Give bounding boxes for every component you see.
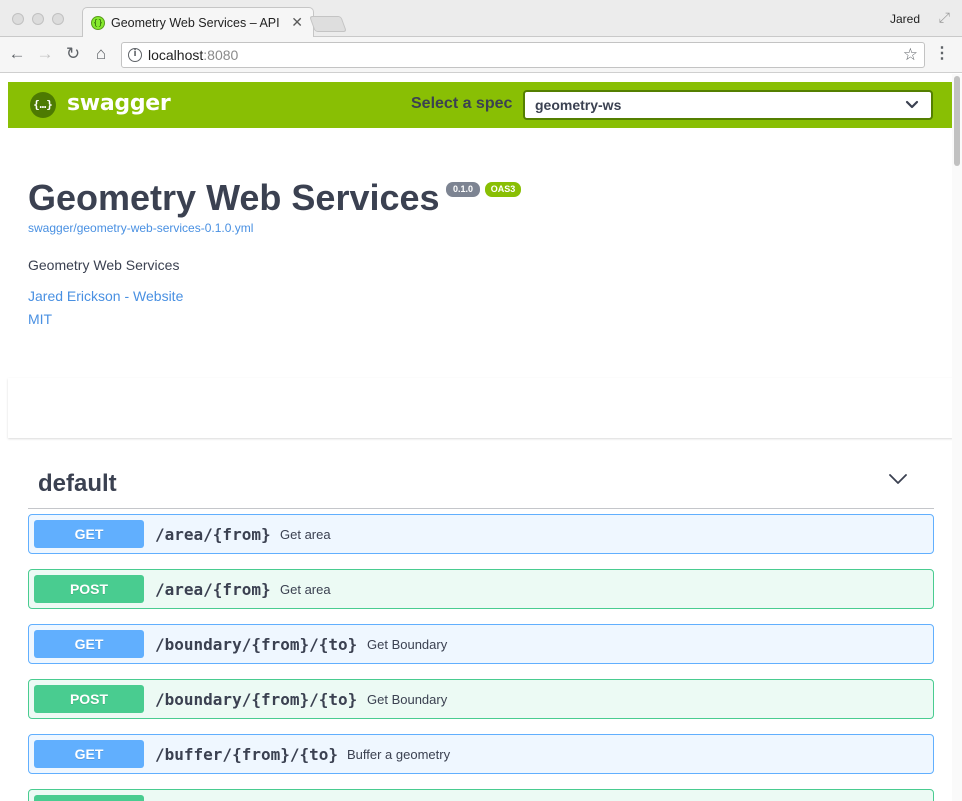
url-host: localhost [148,47,204,63]
bookmark-star-icon[interactable]: ☆ [903,45,918,65]
operation-path: /boundary/{from}/{to} [155,635,358,654]
profile-name[interactable]: Jared [890,12,920,26]
method-badge: GET [34,740,144,768]
close-window-button[interactable] [12,13,24,25]
operation-path: /boundary/{from}/{to} [155,690,358,709]
opblock-next-partial[interactable] [28,789,934,801]
spec-select-dropdown[interactable]: geometry-ws [523,90,933,120]
chevron-down-icon [905,100,919,109]
method-badge: POST [34,575,144,603]
opblock-get-buffer[interactable]: GET /buffer/{from}/{to} Buffer a geometr… [28,734,934,774]
operation-path: /area/{from} [155,525,271,544]
opblock-get-area[interactable]: GET /area/{from} Get area [28,514,934,554]
select-spec-label: Select a spec [411,95,513,112]
back-arrow-icon[interactable]: ← [6,43,28,65]
url-port: :8080 [203,47,239,63]
zoom-window-button[interactable] [52,13,64,25]
swagger-favicon-icon: {} [91,16,105,30]
tab-title: Geometry Web Services – API [111,16,280,30]
browser-toolbar: ← → ↻ ⌂ i localhost:8080 ☆ ⋮ [0,37,962,73]
reload-icon[interactable]: ↻ [62,43,84,65]
oas3-badge: OAS3 [485,182,521,197]
method-badge [34,795,144,801]
spec-file-link[interactable]: swagger/geometry-web-services-0.1.0.yml [28,221,253,235]
browser-menu-icon[interactable]: ⋮ [934,44,950,64]
new-tab-button[interactable] [309,16,347,32]
spec-selected-value: geometry-ws [535,97,622,113]
address-bar[interactable]: i localhost:8080 ☆ [121,42,925,68]
minimize-window-button[interactable] [32,13,44,25]
page-viewport: {…} swagger Select a spec geometry-ws Ge… [0,74,962,801]
opblock-post-boundary[interactable]: POST /boundary/{from}/{to} Get Boundary [28,679,934,719]
url-text[interactable]: localhost:8080 [148,47,238,63]
method-badge: GET [34,630,144,658]
version-badge: 0.1.0 [446,182,480,197]
method-badge: POST [34,685,144,713]
scrollbar-thumb[interactable] [954,76,960,166]
opblock-get-boundary[interactable]: GET /boundary/{from}/{to} Get Boundary [28,624,934,664]
api-description: Geometry Web Services [28,257,180,273]
operation-summary: Get Boundary [367,637,448,652]
opblock-post-area[interactable]: POST /area/{from} Get area [28,569,934,609]
api-title: Geometry Web Services [28,177,440,218]
tab-close-icon[interactable]: ✕ [291,14,303,31]
browser-tab[interactable]: {} Geometry Web Services – API ✕ [82,7,314,38]
license-link[interactable]: MIT [28,311,52,327]
chevron-down-icon[interactable] [888,472,908,486]
swagger-logo-text[interactable]: swagger [67,91,171,116]
operation-path: /area/{from} [155,580,271,599]
operation-summary: Get area [280,582,331,597]
forward-arrow-icon[interactable]: → [34,43,56,65]
browser-titlebar: {} Geometry Web Services – API ✕ Jared ⤢ [0,0,962,38]
home-icon[interactable]: ⌂ [90,43,112,65]
info-icon[interactable]: i [128,48,142,62]
fullscreen-icon[interactable]: ⤢ [939,9,950,26]
operation-summary: Get Boundary [367,692,448,707]
scheme-container [8,378,953,438]
method-badge: GET [34,520,144,548]
operation-tag-title[interactable]: default [38,470,117,498]
operation-tag-header[interactable]: default [28,454,934,509]
contact-website-link[interactable]: Jared Erickson - Website [28,288,183,304]
operation-summary: Buffer a geometry [347,747,451,762]
swagger-logo-icon[interactable]: {…} [30,92,56,118]
page-scrollbar[interactable] [952,74,962,801]
operation-summary: Get area [280,527,331,542]
operation-path: /buffer/{from}/{to} [155,745,339,764]
swagger-topbar: {…} swagger Select a spec geometry-ws [8,82,953,128]
